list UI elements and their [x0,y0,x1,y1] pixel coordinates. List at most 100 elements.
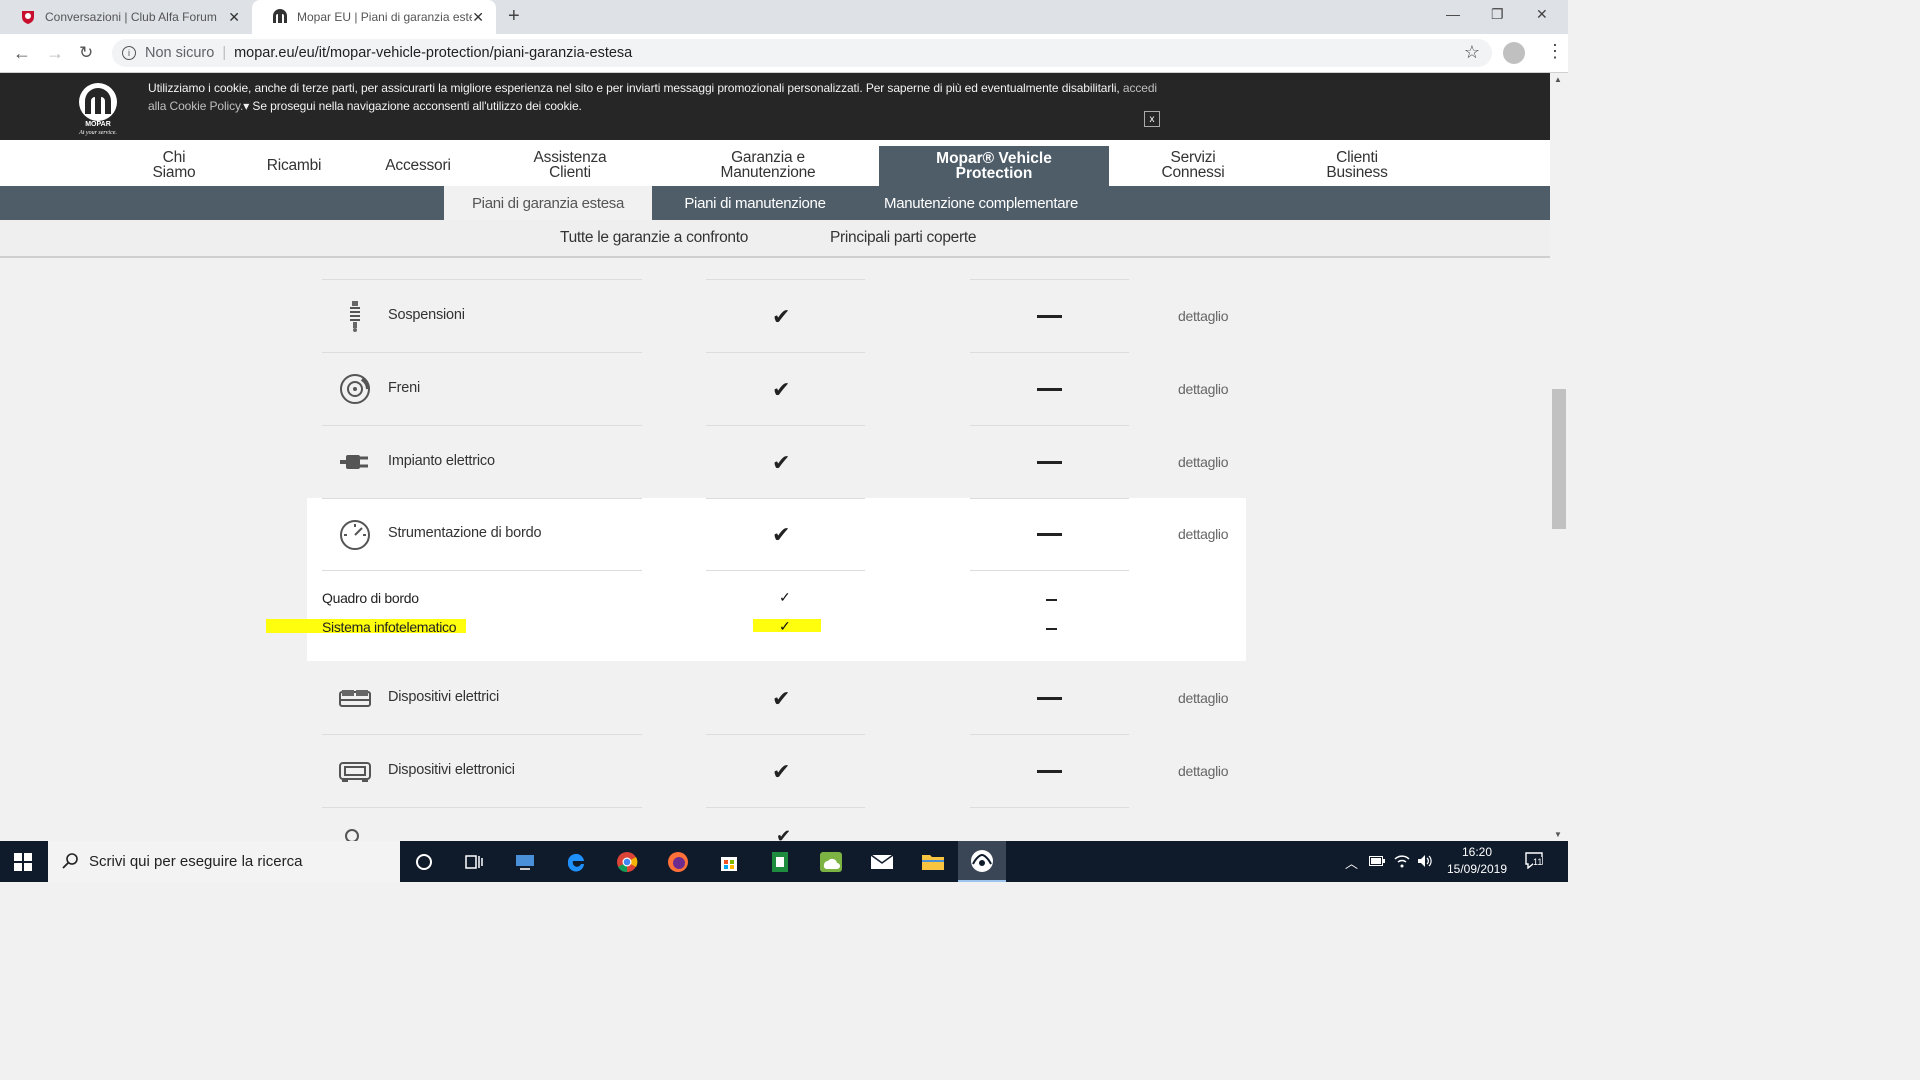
row-divider [706,570,865,571]
detail-link[interactable]: dettaglio [1178,454,1229,470]
logo-brand: MOPAR [85,121,111,128]
nav-line1: Chi [162,149,186,166]
menu-kebab-icon[interactable]: ⋮ [1546,41,1564,62]
third-nav: Tutte le garanzie a confronto Principali… [0,220,1550,258]
row-divider [322,570,642,571]
detail-link[interactable]: dettaglio [1178,690,1229,706]
subnav-manutenzione-complementare[interactable]: Manutenzione complementare [870,186,1092,220]
minimize-icon[interactable]: — [1446,6,1460,22]
close-tab-icon[interactable]: ✕ [228,9,240,26]
nav-line2: Manutenzione [720,164,816,181]
nav-line1: Assistenza [533,149,607,166]
mopar-icon [273,9,287,23]
profile-avatar[interactable] [1503,42,1525,64]
url-field[interactable]: i Non sicuro | mopar.eu/eu/it/mopar-vehi… [112,39,1492,67]
subnav-piani-garanzia[interactable]: Piani di garanzia estesa [444,186,652,220]
nav-line1: Ricambi [266,157,322,174]
windows-start-icon[interactable] [14,853,32,871]
close-tab-icon[interactable]: ✕ [472,9,484,26]
notifications-button[interactable]: 11 [1524,851,1546,871]
nav-line1: Clienti [1336,149,1378,166]
check-icon: ✓ [779,589,791,605]
row-label: Freni [388,380,421,396]
sub-row: Sistema infotelematico ✓ [0,615,1550,641]
brake-disc-icon [340,374,370,404]
scroll-up-icon[interactable]: ▲ [1554,75,1562,84]
browser-tab-bar: Conversazioni | Club Alfa Forum ✕ Mopar … [0,0,1568,34]
nav-item-mopar-vehicle-protection[interactable]: Mopar® Vehicle Protection [879,146,1109,186]
battery-icon[interactable] [1369,856,1385,866]
scroll-thumb[interactable] [1552,389,1566,529]
table-row: Dispositivi elettrici ✔ dettaglio [0,662,1550,735]
browser-tab-mopar[interactable]: Mopar EU | Piani di garanzia este ✕ [252,0,496,34]
back-icon[interactable]: ← [13,43,31,64]
mail-icon[interactable] [868,848,896,876]
detail-link[interactable]: dettaglio [1178,763,1229,779]
check-icon: ✔ [772,759,791,784]
windows-taskbar: Scrivi qui per eseguire la ricerca ︿ 16:… [0,841,1568,882]
detail-link[interactable]: dettaglio [1178,308,1229,324]
info-icon[interactable]: i [122,46,136,60]
task-view-icon[interactable] [460,848,488,876]
sub-row: Quadro di bordo ✓ [0,586,1550,612]
new-tab-button[interactable]: + [508,5,520,28]
taskbar-search-box[interactable]: Scrivi qui per eseguire la ricerca [48,841,400,882]
restore-icon[interactable]: ❐ [1491,6,1504,23]
wifi-icon[interactable] [1394,854,1410,868]
cookie-banner: MOPAR At your service. Utilizziamo i coo… [0,73,1550,140]
nav-line1: Accessori [385,157,451,174]
chrome-icon[interactable] [613,848,641,876]
cloud-app-icon[interactable] [817,848,845,876]
row-divider [970,570,1129,571]
tray-chevron-up-icon[interactable]: ︿ [1345,853,1358,872]
tab-parti-coperte[interactable]: Principali parti coperte [830,229,976,247]
alfa-romeo-icon [22,11,34,24]
security-label: Non sicuro [145,45,215,61]
file-explorer-icon[interactable] [919,848,947,876]
dash-icon [1046,599,1057,601]
dash-icon [1037,697,1062,700]
system-clock[interactable]: 16:20 15/09/2019 [1442,844,1512,878]
cortana-icon[interactable] [410,848,438,876]
subrow-label: Quadro di bordo [322,590,419,606]
active-app-icon[interactable] [958,841,1006,882]
suspension-icon [350,301,360,332]
cookie-close-button[interactable]: x [1144,111,1160,127]
bookmark-star-icon[interactable]: ☆ [1464,42,1480,63]
tab-tutte-garanzie[interactable]: Tutte le garanzie a confronto [560,229,748,247]
cookie-text-part2: Se prosegui nella navigazione acconsenti… [249,99,582,113]
row-divider [706,807,865,808]
reload-icon[interactable]: ↻ [79,43,93,63]
row-label: Sospensioni [388,307,465,323]
detail-link[interactable]: dettaglio [1178,526,1229,542]
nav-item-accessori[interactable]: Accessori [374,157,462,174]
row-divider [970,807,1129,808]
subnav-piani-manutenzione[interactable]: Piani di manutenzione [670,186,840,220]
nav-item-servizi-connessi[interactable]: Servizi Connessi [1148,150,1238,181]
table-row: Impianto elettrico ✔ dettaglio [0,426,1550,499]
nav-item-ricambi[interactable]: Ricambi [254,157,334,174]
logo-tagline: At your service. [78,130,117,136]
nav-item-garanzia-manutenzione[interactable]: Garanzia e Manutenzione [708,150,828,181]
search-placeholder: Scrivi qui per eseguire la ricerca [89,853,303,870]
table-row-expanded: Strumentazione di bordo ✔ dettaglio [0,498,1550,571]
table-row: Dispositivi elettronici ✔ dettaglio [0,735,1550,808]
detail-link[interactable]: dettaglio [1178,381,1229,397]
store-icon[interactable] [715,848,743,876]
nav-item-assistenza-clienti[interactable]: Assistenza Clienti [520,149,620,181]
page-scrollbar[interactable]: ▲ ▼ [1550,73,1568,841]
close-window-icon[interactable]: ✕ [1536,6,1548,23]
nav-item-clienti-business[interactable]: Clienti Business [1317,149,1397,181]
nav-line2: Siamo [152,164,196,181]
spreadsheet-icon[interactable] [766,848,794,876]
volume-icon[interactable] [1417,854,1433,868]
pc-icon[interactable] [511,848,539,876]
browser-tab-club-alfa[interactable]: Conversazioni | Club Alfa Forum ✕ [0,0,252,34]
nav-item-chi-siamo[interactable]: Chi Siamo [144,149,204,181]
forward-icon[interactable]: → [46,43,64,64]
mopar-logo[interactable]: MOPAR At your service. [72,80,124,136]
edge-icon[interactable] [562,848,590,876]
scroll-down-icon[interactable]: ▼ [1554,830,1562,839]
firefox-icon[interactable] [664,848,692,876]
row-label: Impianto elettrico [388,453,495,469]
